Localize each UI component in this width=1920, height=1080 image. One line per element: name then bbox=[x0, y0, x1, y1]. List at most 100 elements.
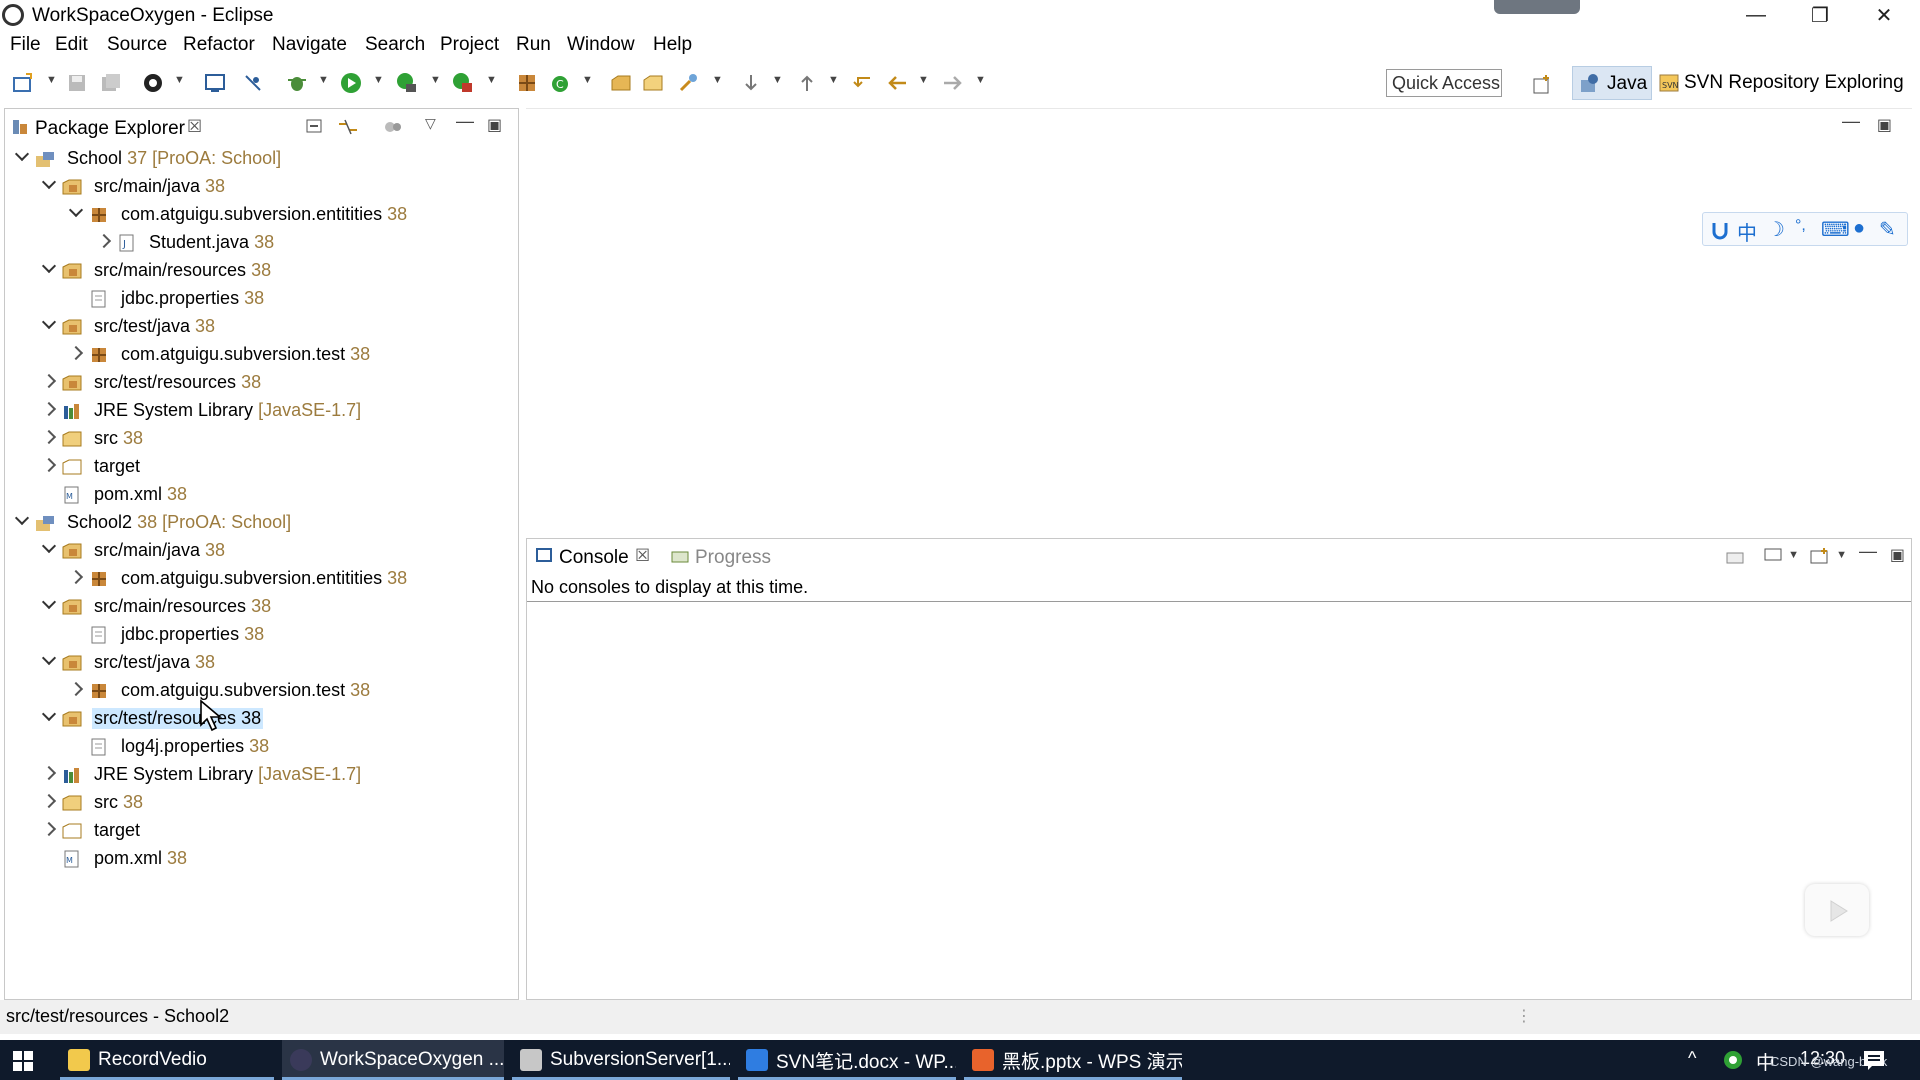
restore-button[interactable]: ❐ bbox=[1790, 0, 1850, 30]
collapse-chevron-icon[interactable] bbox=[68, 202, 84, 218]
ime-moon-icon[interactable]: ☽ bbox=[1767, 217, 1785, 242]
tree-item-source-folder[interactable]: src/main/java 38 bbox=[5, 537, 518, 565]
ime-wrench-icon[interactable]: ✎ bbox=[1879, 217, 1896, 242]
new-java-package-icon[interactable] bbox=[516, 72, 538, 94]
tree-item-properties-file[interactable]: jdbc.properties 38 bbox=[5, 621, 518, 649]
display-console-icon[interactable] bbox=[1763, 547, 1783, 565]
tree-item-package[interactable]: com.atguigu.subversion.test 38 bbox=[5, 677, 518, 705]
forward-icon[interactable] bbox=[942, 72, 964, 94]
maximize-view-icon[interactable]: ▣ bbox=[487, 115, 502, 135]
tree-item-folder[interactable]: target bbox=[5, 817, 518, 845]
open-type-icon[interactable] bbox=[610, 72, 632, 94]
collapse-chevron-icon[interactable] bbox=[41, 594, 57, 610]
tray-overflow-chevron-icon[interactable]: ^ bbox=[1688, 1048, 1696, 1069]
open-task-icon[interactable] bbox=[642, 72, 664, 94]
terminal-icon[interactable] bbox=[204, 72, 226, 94]
pin-console-icon[interactable] bbox=[1725, 547, 1745, 565]
menu-window[interactable]: Window bbox=[567, 34, 635, 56]
collapse-all-icon[interactable] bbox=[305, 118, 325, 136]
ime-chinese-mode[interactable]: 中 bbox=[1737, 217, 1757, 246]
close-view-icon[interactable]: ☒ bbox=[187, 117, 202, 137]
tree-item-source-folder[interactable]: src/test/java 38 bbox=[5, 649, 518, 677]
search-dropdown-icon[interactable]: ▼ bbox=[712, 74, 723, 86]
notification-center-icon[interactable] bbox=[1862, 1049, 1886, 1071]
taskbar-item-wps-presentation[interactable]: 黑板.pptx - WPS 演示 bbox=[964, 1040, 1182, 1080]
tree-item-source-folder[interactable]: src/main/resources 38 bbox=[5, 593, 518, 621]
search-icon[interactable] bbox=[678, 72, 700, 94]
svn-icon[interactable] bbox=[142, 72, 164, 94]
collapse-chevron-icon[interactable] bbox=[41, 258, 57, 274]
collapse-chevron-icon[interactable] bbox=[41, 174, 57, 190]
tree-item-source-folder-selected[interactable]: src/test/resources 38 bbox=[5, 705, 518, 733]
menu-run[interactable]: Run bbox=[516, 34, 551, 56]
new-dropdown-icon[interactable]: ▼ bbox=[46, 74, 57, 86]
next-annotation-icon[interactable] bbox=[740, 72, 762, 94]
expand-chevron-icon[interactable] bbox=[41, 401, 57, 417]
next-annotation-dropdown-icon[interactable]: ▼ bbox=[772, 74, 783, 86]
tree-item-library[interactable]: JRE System Library [JavaSE-1.7] bbox=[5, 397, 518, 425]
link-with-editor-icon[interactable] bbox=[337, 118, 359, 136]
debug-icon[interactable] bbox=[286, 72, 308, 94]
progress-tab[interactable]: Progress bbox=[695, 547, 771, 569]
svn-dropdown-icon[interactable]: ▼ bbox=[174, 74, 185, 86]
new-class-dropdown-icon[interactable]: ▼ bbox=[582, 74, 593, 86]
expand-chevron-icon[interactable] bbox=[68, 345, 84, 361]
minimize-button[interactable]: — bbox=[1726, 0, 1786, 30]
expand-chevron-icon[interactable] bbox=[41, 429, 57, 445]
tree-item-folder[interactable]: src 38 bbox=[5, 789, 518, 817]
expand-chevron-icon[interactable] bbox=[41, 373, 57, 389]
tree-item-package[interactable]: com.atguigu.subversion.entitities 38 bbox=[5, 565, 518, 593]
expand-chevron-icon[interactable] bbox=[68, 681, 84, 697]
recorder-handle[interactable] bbox=[1494, 0, 1580, 14]
tree-item-source-folder[interactable]: src/main/java 38 bbox=[5, 173, 518, 201]
ime-toolbar[interactable]: 中 ☽ °, ⌨ ● ✎ bbox=[1702, 212, 1908, 246]
tree-item-source-folder[interactable]: src/test/java 38 bbox=[5, 313, 518, 341]
maximize-editor-icon[interactable]: ▣ bbox=[1877, 115, 1892, 135]
open-perspective-icon[interactable] bbox=[1532, 73, 1554, 95]
tree-item-source-folder[interactable]: src/test/resources 38 bbox=[5, 369, 518, 397]
minimize-console-icon[interactable]: — bbox=[1859, 541, 1877, 562]
floating-play-widget[interactable] bbox=[1805, 884, 1869, 936]
perspective-java[interactable]: Java bbox=[1572, 66, 1652, 100]
last-edit-location-icon[interactable] bbox=[852, 72, 874, 94]
back-dropdown-icon[interactable]: ▼ bbox=[918, 74, 929, 86]
tree-item-java-file[interactable]: J Student.java 38 bbox=[5, 229, 518, 257]
skip-breakpoints-icon[interactable] bbox=[242, 72, 264, 94]
tree-item-xml-file[interactable]: M pom.xml 38 bbox=[5, 845, 518, 873]
tree-item-school2[interactable]: School2 38 [ProOA: School] bbox=[5, 509, 518, 537]
ime-punctuation-icon[interactable]: °, bbox=[1795, 217, 1806, 235]
open-console-dropdown-icon[interactable]: ▼ bbox=[1836, 549, 1847, 561]
tree-item-package[interactable]: com.atguigu.subversion.entitities 38 bbox=[5, 201, 518, 229]
menu-help[interactable]: Help bbox=[653, 34, 692, 56]
previous-annotation-icon[interactable] bbox=[796, 72, 818, 94]
external-tools-dropdown-icon[interactable]: ▼ bbox=[486, 74, 497, 86]
ime-user-icon[interactable]: ● bbox=[1853, 217, 1865, 240]
tree-item-folder[interactable]: src 38 bbox=[5, 425, 518, 453]
ime-keyboard-icon[interactable]: ⌨ bbox=[1821, 217, 1850, 242]
maximize-console-icon[interactable]: ▣ bbox=[1890, 545, 1905, 565]
expand-chevron-icon[interactable] bbox=[96, 233, 112, 249]
collapse-chevron-icon[interactable] bbox=[41, 314, 57, 330]
view-menu-icon[interactable]: ▽ bbox=[425, 115, 436, 132]
expand-chevron-icon[interactable] bbox=[41, 793, 57, 809]
coverage-dropdown-icon[interactable]: ▼ bbox=[430, 74, 441, 86]
tree-item-xml-file[interactable]: M pom.xml 38 bbox=[5, 481, 518, 509]
perspective-svn[interactable]: SVN SVN Repository Exploring bbox=[1656, 66, 1906, 100]
menu-project[interactable]: Project bbox=[440, 34, 499, 56]
collapse-chevron-icon[interactable] bbox=[41, 706, 57, 722]
expand-chevron-icon[interactable] bbox=[41, 457, 57, 473]
close-console-icon[interactable]: ☒ bbox=[635, 546, 650, 566]
tree-item-school[interactable]: School 37 [ProOA: School] bbox=[5, 145, 518, 173]
run-dropdown-icon[interactable]: ▼ bbox=[373, 74, 384, 86]
package-explorer-tab[interactable]: Package Explorer bbox=[35, 118, 185, 140]
expand-chevron-icon[interactable] bbox=[41, 765, 57, 781]
menu-search[interactable]: Search bbox=[365, 34, 425, 56]
debug-dropdown-icon[interactable]: ▼ bbox=[318, 74, 329, 86]
focus-active-task-icon[interactable] bbox=[383, 118, 403, 136]
save-all-icon[interactable] bbox=[100, 72, 122, 94]
editor-area[interactable]: — ▣ bbox=[526, 108, 1912, 533]
taskbar-item-eclipse[interactable]: WorkSpaceOxygen ... bbox=[282, 1040, 504, 1080]
close-button[interactable]: ✕ bbox=[1854, 0, 1914, 30]
expand-chevron-icon[interactable] bbox=[41, 821, 57, 837]
menu-refactor[interactable]: Refactor bbox=[183, 34, 255, 56]
